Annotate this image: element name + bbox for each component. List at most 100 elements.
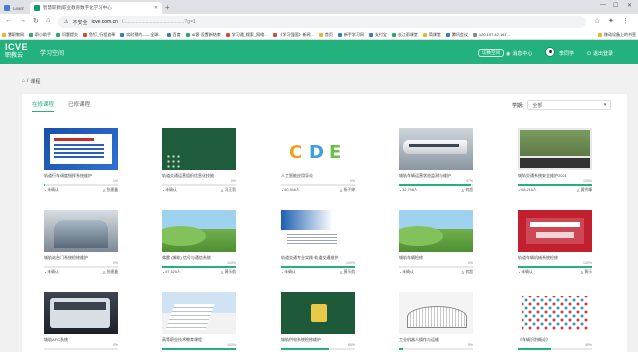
course-title[interactable]: 城轨AFC系统 xyxy=(44,337,118,343)
bookmark-item[interactable]: 首页 xyxy=(318,32,333,38)
mobile-bookmarks-folder[interactable]: 移动设备上的书签 xyxy=(598,32,636,38)
course-card[interactable]: 工业机器人操作与运维 5% xyxy=(399,292,475,352)
course-card[interactable]: 《车辆识别概论》 45% xyxy=(518,292,594,352)
course-thumbnail[interactable] xyxy=(518,292,592,334)
course-title[interactable]: 弗雷 (城轨) 信号与通信系统 xyxy=(162,255,236,261)
course-thumbnail[interactable] xyxy=(399,210,473,252)
bookmark-item[interactable]: 支付宝 xyxy=(368,32,387,38)
course-title[interactable]: 轨道交通专业实践·轨道交通维护 xyxy=(281,255,355,261)
course-thumbnail[interactable] xyxy=(281,210,355,252)
home-icon[interactable]: ⌂ xyxy=(46,17,50,24)
browser-tab-0[interactable]: Learning p... xyxy=(0,2,28,14)
bookmark-item[interactable]: 百度 xyxy=(166,32,181,38)
close-icon[interactable]: ✕ xyxy=(154,5,158,11)
bookmark-item[interactable]: 慧职教网 xyxy=(2,32,24,38)
course-title[interactable]: 人工智能应用导论 xyxy=(281,173,355,179)
course-card[interactable]: 轨道车辆机械系统检修 100% ◔ 未确认 ♙ 黄乐 xyxy=(518,210,594,282)
star-icon[interactable]: ☆ xyxy=(594,17,600,25)
new-tab-icon[interactable]: + xyxy=(165,3,170,12)
course-thumbnail[interactable] xyxy=(162,210,236,252)
course-thumbnail[interactable] xyxy=(518,128,592,170)
course-title[interactable]: 轨道交通运营组织信息化技能 xyxy=(162,173,236,179)
progress-bar-fill xyxy=(162,348,236,350)
bookmark-item[interactable]: 问题提交 xyxy=(56,32,78,38)
course-thumbnail[interactable] xyxy=(44,128,118,170)
home-icon[interactable]: ⌂ xyxy=(22,78,25,85)
tab-finished-courses[interactable]: 已修课程 xyxy=(68,100,90,112)
forward-icon[interactable]: → xyxy=(19,17,26,24)
course-card[interactable]: 城轨交通系统安全维护2021 100% ◔ 58,215人 ♙ 黄秀峰 xyxy=(518,128,594,200)
course-title[interactable]: 城轨车辆运营状态监测与维护 xyxy=(399,173,473,179)
course-card[interactable]: 城轨车辆检修 0% ◔ 未确认 ♙ 何超 xyxy=(399,210,475,282)
learners-count: ◔ 未确认 xyxy=(399,270,414,275)
bookmark-item[interactable]: 《学习强国》新闻... xyxy=(272,32,314,38)
menu-icon[interactable]: ⋮ xyxy=(622,17,629,25)
bookmark-item[interactable]: 学习通_搜索_网络... xyxy=(225,32,268,38)
course-card[interactable]: 城轨车辆运营状态监测与维护 97% ◔ 32,798人 ♙ 何超 xyxy=(399,128,475,200)
tab-current-courses[interactable]: 在修课程 xyxy=(32,100,55,112)
logout-link[interactable]: ⏻ 退出登录 xyxy=(587,50,613,58)
minimize-icon[interactable]: — xyxy=(600,2,606,8)
course-card[interactable]: 城轨供电系统检修维护 65% xyxy=(281,292,357,352)
course-title[interactable]: 城轨供电系统检修维护 xyxy=(281,337,355,343)
course-title[interactable]: 轨道车辆机械系统检修 xyxy=(518,255,592,261)
teacher-name: 黄秀峰 xyxy=(580,188,592,192)
course-thumbnail[interactable] xyxy=(44,292,118,334)
back-icon[interactable]: ← xyxy=(5,17,12,24)
course-card[interactable]: 轨道交通运营组织信息化技能 0% ◔ 未确认 ♙ 冯正毅 xyxy=(162,128,238,200)
maximize-icon[interactable]: ☐ xyxy=(613,2,618,9)
semester-select[interactable]: 全部 ▾ xyxy=(527,100,612,110)
course-card[interactable]: 轨道交通专业实践·轨道交通维护 100% ◔ 未确认 ♙ 黄乐航 xyxy=(281,210,357,282)
learners-count: ◔ 未确认 xyxy=(44,188,59,193)
reload-icon[interactable]: ↻ xyxy=(33,17,39,25)
teacher-name: 黄乐航 xyxy=(224,270,236,274)
course-title[interactable]: 高等职业技术教育课程 xyxy=(162,337,236,343)
message-center-link[interactable]: ◉ 消息中心 xyxy=(506,50,532,58)
course-title[interactable]: 轨道行车调度指挥系统维护 xyxy=(44,173,118,179)
course-card[interactable]: 城轨站台门系统检修维护 0% ◔ 未确认 ♙ 张建鑫 xyxy=(44,210,120,282)
course-title[interactable]: 城轨站台门系统检修维护 xyxy=(44,255,118,261)
thumbnail-letter: D xyxy=(309,142,324,163)
course-thumbnail[interactable] xyxy=(162,292,236,334)
course-title[interactable]: 《车辆识别概论》 xyxy=(518,337,592,343)
course-thumbnail[interactable]: CDE xyxy=(281,128,355,170)
course-thumbnail[interactable] xyxy=(44,210,118,252)
course-card[interactable]: 弗雷 (城轨) 信号与通信系统 100% ◔ 57,625人 ♙ 黄乐航 xyxy=(162,210,238,282)
address-bar[interactable]: ⚠ 不安全 icve.com.cn /.....................… xyxy=(58,16,586,28)
course-thumbnail[interactable] xyxy=(399,128,473,170)
course-card[interactable]: 轨道行车调度指挥系统维护 1% ◔ 未确认 ♙ 张建鑫 xyxy=(44,128,120,200)
bookmark-item[interactable]: 实时预约——全球... xyxy=(120,32,162,38)
course-thumbnail[interactable] xyxy=(399,292,473,334)
close-window-icon[interactable]: ✕ xyxy=(627,2,632,9)
course-card[interactable]: 高等职业技术教育课程 100% xyxy=(162,292,238,352)
course-thumbnail[interactable] xyxy=(162,128,236,170)
course-title[interactable]: 城轨交通系统安全维护2021 xyxy=(518,173,592,179)
bookmark-item[interactable]: 长江雨课堂 xyxy=(391,32,418,38)
progress-percent: 0% xyxy=(112,343,118,347)
bookmark-item[interactable]: 腾讯会议 xyxy=(445,32,468,38)
teacher-name: 何超 xyxy=(465,270,473,274)
site-logo[interactable]: ICVE 职教云 xyxy=(5,43,28,60)
teacher-icon: ♙ xyxy=(339,189,343,193)
course-title[interactable]: 城轨车辆检修 xyxy=(399,255,473,261)
course-title[interactable]: 工业机器人操作与运维 xyxy=(399,337,473,343)
users-icon: ◔ xyxy=(518,188,521,193)
username[interactable]: 李同学 xyxy=(559,50,574,57)
bookmark-item[interactable]: 鱼钉_行程追牵 xyxy=(83,32,115,38)
extension-icon[interactable]: ✦ xyxy=(608,17,614,25)
course-thumbnail[interactable] xyxy=(281,292,355,334)
browser-tab-1[interactable]: 智慧职教|职业教育数字化学习中心 ✕ xyxy=(30,2,162,14)
course-card[interactable]: 城轨AFC系统 0% xyxy=(44,292,120,352)
bookmark-item[interactable]: 职小助手 xyxy=(29,32,51,38)
avatar[interactable] xyxy=(545,47,555,57)
switch-space-button[interactable]: 切换空间 xyxy=(478,49,504,57)
bookmark-item[interactable]: 新手学习网 xyxy=(337,32,364,38)
progress-bar-fill xyxy=(44,184,45,186)
bookmark-item[interactable]: 简课堂 xyxy=(422,32,441,38)
course-thumbnail[interactable] xyxy=(518,210,592,252)
bookmark-item[interactable]: 120.107.42.167... xyxy=(472,32,510,37)
bookmark-item[interactable]: AI客·设置新结束 xyxy=(185,32,221,38)
course-card[interactable]: C D E 人工智能应用导论 0% ◔ 40,548人 ♙ 杨子婷 xyxy=(281,128,357,200)
browser-toolbar: ← → ↻ ⌂ ⚠ 不安全 icve.com.cn /.............… xyxy=(0,14,638,30)
progress-bar-fill xyxy=(399,348,403,350)
